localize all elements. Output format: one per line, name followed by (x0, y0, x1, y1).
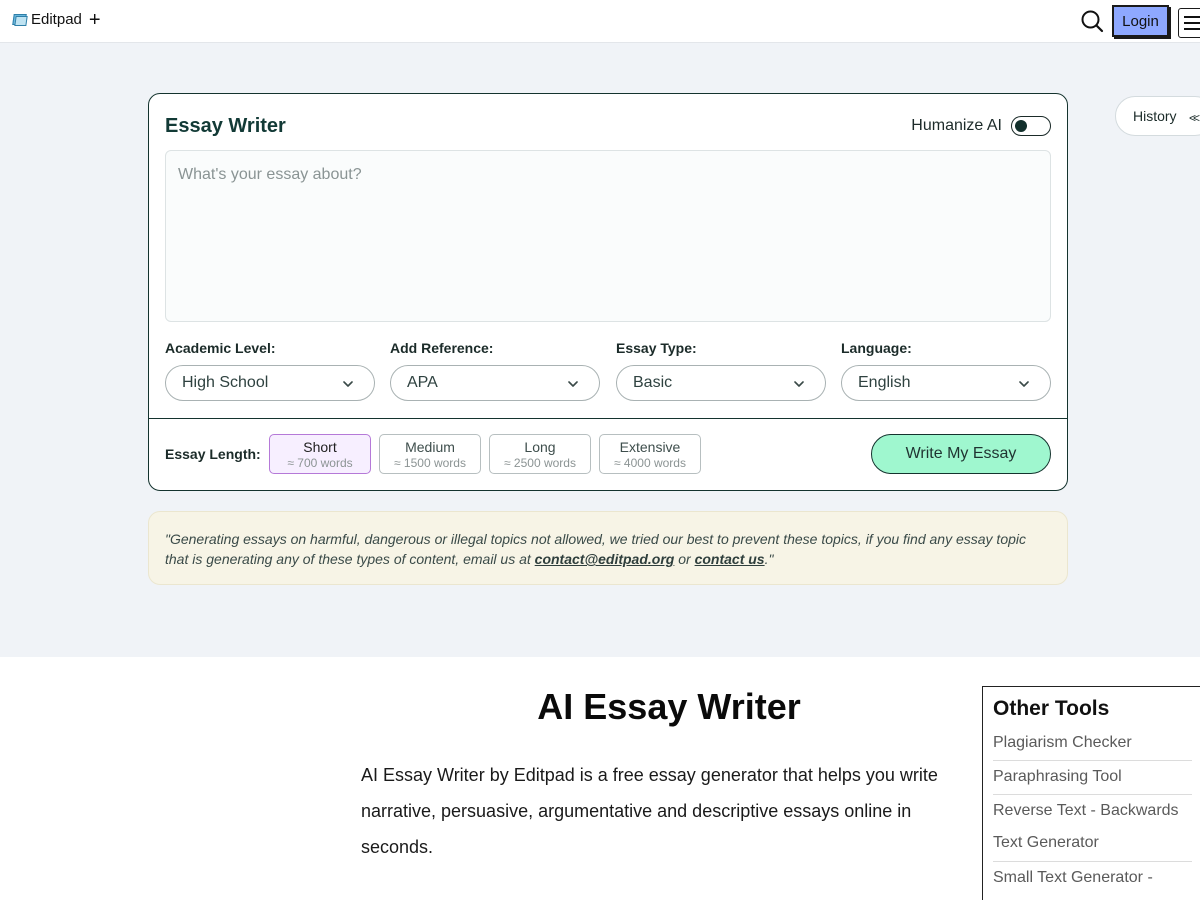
toggle-knob (1015, 119, 1027, 132)
search-icon[interactable] (1080, 9, 1104, 33)
write-essay-button[interactable]: Write My Essay (871, 434, 1051, 474)
essay-type-label: Essay Type: (616, 340, 697, 356)
language-select[interactable]: English (841, 365, 1051, 401)
academic-level-select[interactable]: High School (165, 365, 375, 401)
contact-us-link[interactable]: contact us (695, 551, 765, 567)
history-button[interactable]: History << (1115, 96, 1200, 136)
notice-text: or (674, 551, 695, 567)
editpad-logo-icon (12, 13, 28, 27)
reference-field: Add Reference: APA (390, 340, 600, 401)
chevron-down-icon (343, 381, 353, 387)
academic-level-label: Academic Level: (165, 340, 276, 356)
length-option-title: Extensive (619, 439, 681, 455)
length-option-medium[interactable]: Medium ≈ 1500 words (379, 434, 481, 474)
notice-text: ." (764, 551, 774, 567)
language-value: English (858, 374, 911, 391)
chevron-down-icon (1019, 381, 1029, 387)
card-divider (149, 418, 1067, 419)
chevron-down-icon (568, 381, 578, 387)
length-option-words: ≈ 700 words (287, 456, 353, 470)
essay-type-select[interactable]: Basic (616, 365, 826, 401)
language-field: Language: English (841, 340, 1051, 401)
length-option-words: ≈ 2500 words (504, 456, 576, 470)
sidebar-item-plagiarism-checker[interactable]: Plagiarism Checker (993, 727, 1192, 761)
academic-level-value: High School (182, 374, 269, 391)
length-option-title: Short (303, 439, 337, 455)
essay-type-field: Essay Type: Basic (616, 340, 826, 401)
essay-type-value: Basic (633, 374, 673, 391)
essay-length-label: Essay Length: (165, 446, 261, 462)
double-chevron-left-icon: << (1189, 111, 1200, 125)
page-description: AI Essay Writer by Editpad is a free ess… (361, 765, 938, 857)
length-option-long[interactable]: Long ≈ 2500 words (489, 434, 591, 474)
reference-select[interactable]: APA (390, 365, 600, 401)
length-option-words: ≈ 4000 words (614, 456, 686, 470)
top-navbar: Editpad + Login (0, 0, 1200, 43)
sidebar-title: Other Tools (993, 697, 1110, 720)
humanize-control: Humanize AI (911, 116, 1051, 136)
page-title: AI Essay Writer (537, 686, 801, 727)
sidebar-item-small-text-generator[interactable]: Small Text Generator - (993, 862, 1192, 890)
length-option-title: Long (524, 439, 556, 455)
essay-writer-card: Essay Writer Humanize AI Academic Level:… (148, 93, 1068, 491)
login-button[interactable]: Login (1112, 5, 1169, 37)
sidebar-item-paraphrasing-tool[interactable]: Paraphrasing Tool (993, 761, 1192, 795)
length-option-title: Medium (405, 439, 455, 455)
length-option-extensive[interactable]: Extensive ≈ 4000 words (599, 434, 701, 474)
humanize-label: Humanize AI (911, 117, 1002, 134)
other-tools-sidebar: Other Tools Plagiarism Checker Paraphras… (982, 686, 1200, 900)
brand-link[interactable]: Editpad + (12, 10, 101, 30)
length-option-short[interactable]: Short ≈ 700 words (269, 434, 371, 474)
reference-value: APA (407, 374, 438, 391)
humanize-toggle[interactable] (1011, 116, 1051, 136)
email-link[interactable]: contact@editpad.org (535, 551, 675, 567)
history-label: History (1133, 108, 1177, 124)
hamburger-menu-icon[interactable] (1178, 8, 1200, 38)
academic-level-field: Academic Level: High School (165, 340, 375, 401)
reference-label: Add Reference: (390, 340, 494, 356)
length-option-words: ≈ 1500 words (394, 456, 466, 470)
chevron-down-icon (794, 381, 804, 387)
content-policy-notice: "Generating essays on harmful, dangerous… (148, 511, 1068, 585)
plus-icon[interactable]: + (89, 10, 101, 30)
essay-topic-input[interactable] (165, 150, 1051, 322)
tool-title: Essay Writer (165, 115, 286, 137)
sidebar-item-reverse-text[interactable]: Reverse Text - Backwards Text Generator (993, 795, 1192, 862)
brand-name: Editpad (31, 11, 82, 28)
language-label: Language: (841, 340, 912, 356)
